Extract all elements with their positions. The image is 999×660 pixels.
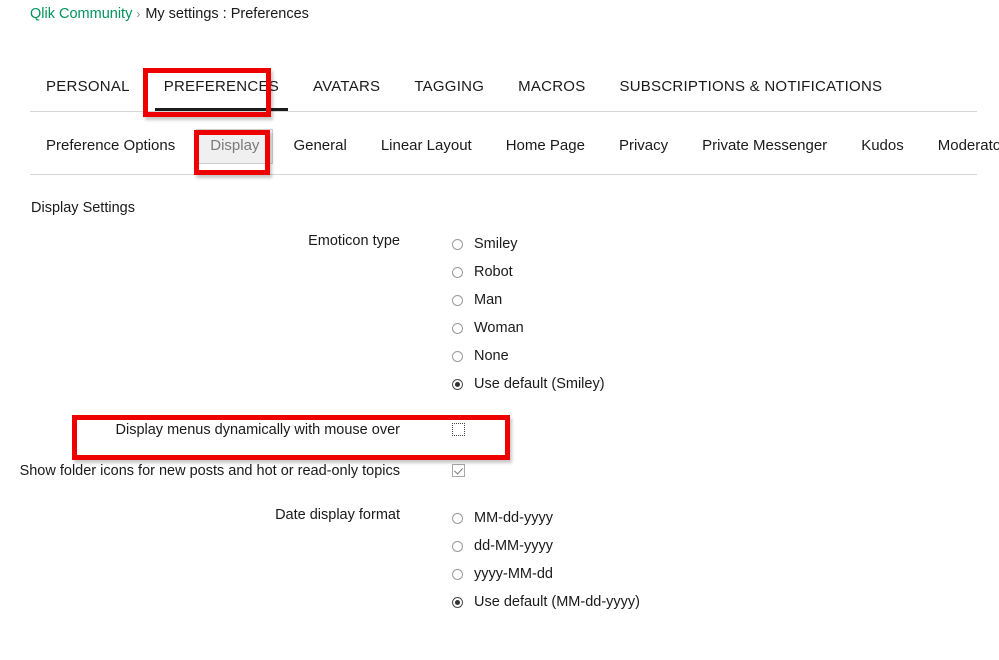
radio-icon[interactable] [452,568,463,580]
radio-label: Woman [474,320,524,336]
emoticon-option-woman[interactable]: Woman [452,314,605,342]
emoticon-option-none[interactable]: None [452,342,605,370]
checkbox-dynamic-menus[interactable] [452,423,465,436]
page-title: Display Settings [31,200,135,216]
breadcrumb: Qlik Community › My settings : Preferences [30,4,309,24]
subtab-general[interactable]: General [293,136,346,156]
date-format-option-use-default-mm-dd-yyyy[interactable]: Use default (MM-dd-yyyy) [452,588,640,616]
field-label-date-format: Date display format [275,507,400,523]
subtab-preference-options[interactable]: Preference Options [46,136,175,156]
radio-group-emoticon-type: Smiley Robot Man Woman None Use default (Smil… [452,230,605,398]
field-label-emoticon-type: Emoticon type [308,233,400,249]
radio-icon[interactable] [452,322,463,334]
date-format-option-mm-dd-yyyy[interactable]: MM-dd-yyyy [452,504,640,532]
subtab-moderator[interactable]: Moderator [938,136,999,156]
radio-label: None [474,348,509,364]
tab-macros[interactable]: MACROS [518,78,585,111]
radio-icon[interactable] [452,512,463,524]
breadcrumb-link-qlik-community[interactable]: Qlik Community [30,6,132,22]
tab-avatars[interactable]: AVATARS [313,78,380,111]
radio-icon[interactable] [452,266,463,278]
field-emoticon-type: Emoticon type Smiley Robot Man Woman None Use… [0,230,999,398]
emoticon-option-robot[interactable]: Robot [452,258,605,286]
emoticon-option-smiley[interactable]: Smiley [452,230,605,258]
main-tab-bar: PERSONAL PREFERENCES AVATARS TAGGING MACROS S… [0,78,999,116]
field-label-folder-icons: Show folder icons for new posts and hot … [19,463,400,479]
breadcrumb-separator-icon: › [136,7,141,21]
subtab-display[interactable]: Display [196,129,274,164]
sub-tab-list: Preference Options Display General Linear L… [46,129,999,164]
date-format-option-yyyy-mm-dd[interactable]: yyyy-MM-dd [452,560,640,588]
radio-label: Use default (Smiley) [474,376,605,392]
radio-icon[interactable] [452,350,463,362]
tab-preferences[interactable]: PREFERENCES [154,78,289,111]
field-date-format: Date display format MM-dd-yyyy dd-MM-yyyy… [0,504,999,616]
tab-personal[interactable]: PERSONAL [46,78,130,111]
breadcrumb-current: My settings : Preferences [145,6,309,22]
subtab-kudos[interactable]: Kudos [861,136,904,156]
emoticon-option-man[interactable]: Man [452,286,605,314]
display-settings-form: Emoticon type Smiley Robot Man Woman None Use… [0,230,999,616]
subtab-privacy[interactable]: Privacy [619,136,668,156]
date-format-option-dd-mm-yyyy[interactable]: dd-MM-yyyy [452,532,640,560]
tab-subscriptions-notifications[interactable]: SUBSCRIPTIONS & NOTIFICATIONS [619,78,882,111]
radio-label: Man [474,292,503,308]
sub-tab-bar: Preference Options Display General Linear L… [0,129,999,176]
tab-tagging[interactable]: TAGGING [414,78,484,111]
radio-label: Use default (MM-dd-yyyy) [474,594,640,610]
radio-icon[interactable] [452,294,463,306]
radio-label: yyyy-MM-dd [474,566,553,582]
field-folder-icons: Show folder icons for new posts and hot … [0,460,999,482]
subtab-home-page[interactable]: Home Page [506,136,585,156]
radio-label: dd-MM-yyyy [474,538,553,554]
radio-icon[interactable] [452,596,463,608]
main-tab-list: PERSONAL PREFERENCES AVATARS TAGGING MACROS S… [46,78,916,111]
radio-group-date-format: MM-dd-yyyy dd-MM-yyyy yyyy-MM-dd Use defaul… [452,504,640,616]
sub-tab-divider [30,174,977,175]
radio-icon[interactable] [452,238,463,250]
field-dynamic-menus: Display menus dynamically with mouse ove… [0,420,999,440]
subtab-private-messenger[interactable]: Private Messenger [702,136,827,156]
radio-label: MM-dd-yyyy [474,510,553,526]
radio-icon[interactable] [452,540,463,552]
field-label-dynamic-menus: Display menus dynamically with mouse ove… [115,422,400,438]
checkbox-folder-icons[interactable] [452,464,465,477]
radio-label: Robot [474,264,513,280]
subtab-linear-layout[interactable]: Linear Layout [381,136,472,156]
radio-icon[interactable] [452,378,463,390]
main-tab-divider [30,111,977,112]
radio-label: Smiley [474,236,518,252]
emoticon-option-use-default-smiley[interactable]: Use default (Smiley) [452,370,605,398]
